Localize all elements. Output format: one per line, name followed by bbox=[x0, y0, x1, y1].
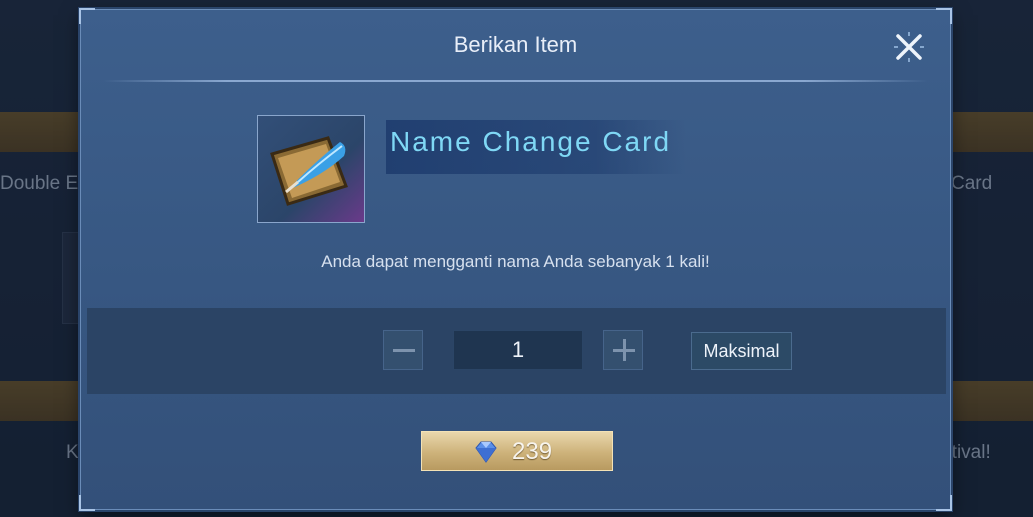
decrement-button[interactable] bbox=[383, 330, 423, 370]
increment-button[interactable] bbox=[603, 330, 643, 370]
quantity-input[interactable]: 1 bbox=[453, 330, 583, 370]
diamond-icon bbox=[475, 441, 497, 463]
purchase-button[interactable]: 239 bbox=[421, 431, 613, 471]
dialog-title: Berikan Item bbox=[453, 32, 578, 57]
item-description: Anda dapat mengganti nama Anda sebanyak … bbox=[321, 252, 710, 271]
quill-card-icon bbox=[270, 136, 348, 206]
minus-icon bbox=[393, 349, 415, 352]
item-icon-frame bbox=[257, 115, 365, 223]
corner-ornament bbox=[79, 8, 95, 24]
corner-ornament bbox=[936, 495, 952, 511]
plus-icon-vertical bbox=[623, 339, 626, 361]
give-item-dialog: Berikan Item Name Change Card Anda dapat… bbox=[79, 8, 952, 511]
corner-ornament bbox=[79, 495, 95, 511]
corner-ornament bbox=[936, 8, 952, 24]
close-button[interactable] bbox=[892, 30, 926, 64]
quantity-panel: 1 Maksimal bbox=[87, 308, 946, 394]
close-icon bbox=[894, 32, 924, 62]
item-name: Name Change Card bbox=[390, 126, 672, 157]
max-quantity-button[interactable]: Maksimal bbox=[691, 332, 792, 370]
price-text: 239 bbox=[512, 438, 553, 465]
title-divider bbox=[103, 80, 928, 82]
